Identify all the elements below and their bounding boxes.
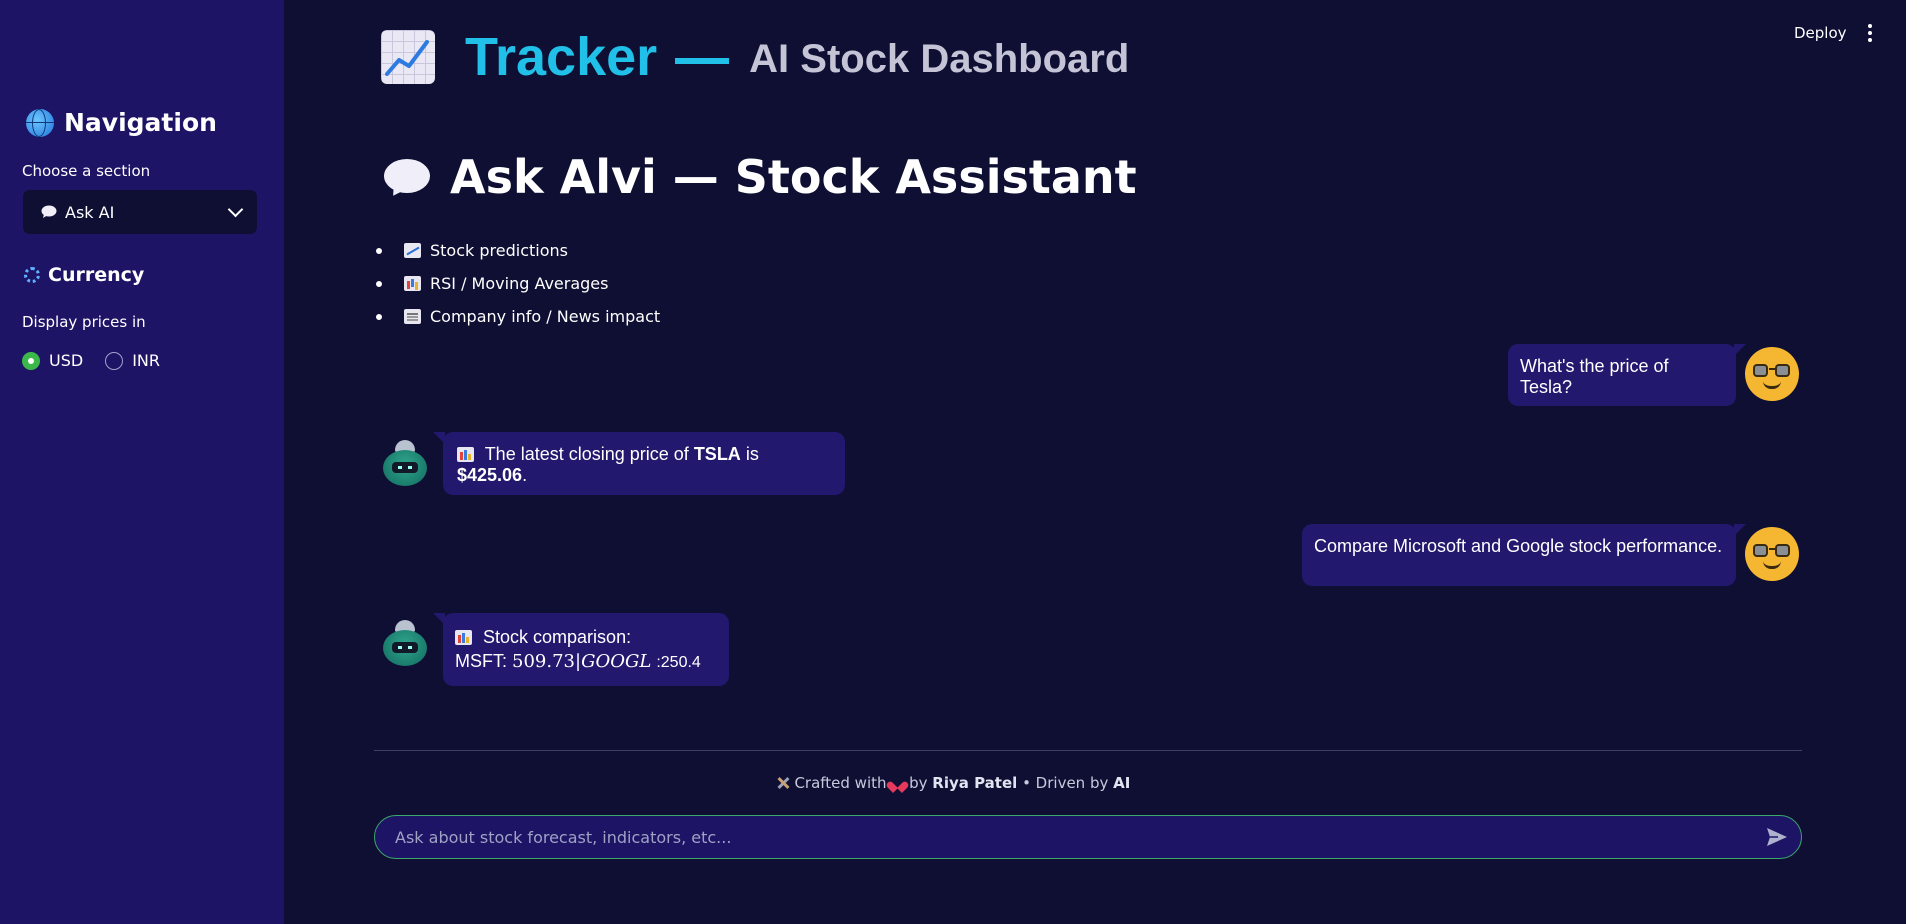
feature-label: Company info / News impact <box>430 307 661 326</box>
msft-label: MSFT: <box>455 651 507 671</box>
message-text: The latest closing price of <box>484 444 689 464</box>
speech-bubble-icon <box>384 159 430 200</box>
currency-title: Currency <box>24 264 144 286</box>
page-title: Ask Alvi — Stock Assistant <box>384 150 1137 204</box>
footer-ai: AI <box>1113 774 1131 792</box>
app-subtitle: AI Stock Dashboard <box>749 36 1130 81</box>
heart-icon <box>891 777 904 789</box>
app-name: Tracker <box>465 27 658 87</box>
bullet <box>376 313 382 320</box>
globe-icon <box>26 108 54 137</box>
message-text: is <box>745 444 759 464</box>
speech-bubble-icon <box>41 205 57 218</box>
price-value: $425.06 <box>457 465 523 485</box>
cycle-arrows-icon <box>24 267 40 283</box>
chat-input[interactable] <box>393 826 1717 848</box>
message-text: What's the price of Tesla? <box>1520 356 1669 397</box>
list-item: Stock predictions <box>376 234 660 267</box>
msft-value: 509.73 <box>512 651 575 672</box>
user-avatar-nerd-icon <box>1745 527 1799 581</box>
footer-text: by <box>909 774 928 792</box>
bot-message: The latest closing price of TSLA is $425… <box>433 432 845 495</box>
list-item: RSI / Moving Averages <box>376 267 660 300</box>
radio-button-selected[interactable] <box>22 351 40 370</box>
footer-text: • Driven by <box>1022 774 1109 792</box>
send-icon[interactable] <box>1765 826 1789 848</box>
footer-credits: Crafted with by Riya Patel • Driven by A… <box>0 774 1906 792</box>
display-prices-label: Display prices in <box>22 313 146 331</box>
feature-label: RSI / Moving Averages <box>430 274 609 293</box>
googl-label: GOOGL <box>581 651 652 672</box>
currency-title-text: Currency <box>48 264 145 286</box>
radio-label-usd: USD <box>49 351 84 370</box>
nav-title: Navigation <box>26 108 217 137</box>
feature-list: Stock predictions RSI / Moving Averages … <box>376 234 660 333</box>
user-message: Compare Microsoft and Google stock perfo… <box>1302 524 1746 586</box>
googl-value: :250.4 <box>656 654 701 671</box>
radio-label-inr: INR <box>132 351 160 370</box>
deploy-button[interactable]: Deploy <box>1794 24 1847 42</box>
bar-chart-icon <box>457 447 474 462</box>
chart-increasing-icon <box>404 243 421 258</box>
radio-button[interactable] <box>105 351 124 370</box>
user-avatar-nerd-icon <box>1745 347 1799 401</box>
currency-radio-group: USD INR <box>22 351 160 370</box>
message-text: . <box>522 465 528 485</box>
chat-input-container <box>374 815 1802 859</box>
currency-option-inr[interactable]: INR <box>105 351 160 370</box>
hammer-wrench-icon <box>776 776 790 790</box>
bar-chart-icon <box>455 630 472 645</box>
ticker-tsla: TSLA <box>693 444 741 464</box>
page-title-text: Ask Alvi — Stock Assistant <box>450 150 1137 204</box>
chevron-down-icon[interactable] <box>227 201 244 218</box>
chart-increasing-icon <box>381 30 435 84</box>
list-item: Company info / News impact <box>376 300 660 333</box>
bullet <box>376 280 382 287</box>
bot-avatar-robot-icon <box>382 440 428 488</box>
bar-chart-icon <box>404 276 421 291</box>
title-dash <box>675 58 730 64</box>
user-message: What's the price of Tesla? <box>1508 344 1746 406</box>
feature-label: Stock predictions <box>430 241 568 260</box>
app-title: Tracker AI Stock Dashboard <box>381 26 1129 88</box>
footer-text: Crafted with <box>794 774 887 792</box>
section-select[interactable]: Ask AI <box>23 190 257 234</box>
bullet <box>376 247 382 254</box>
bot-avatar-robot-icon <box>382 620 428 668</box>
message-text: Stock comparison: <box>483 627 632 647</box>
message-text: Compare Microsoft and Google stock perfo… <box>1314 536 1723 556</box>
kebab-menu-icon[interactable] <box>1868 24 1872 42</box>
bot-message: Stock comparison: MSFT: 509.73|GOOGL :25… <box>433 613 729 686</box>
section-select-value: Ask AI <box>65 202 115 222</box>
author-name: Riya Patel <box>932 774 1018 792</box>
nav-title-text: Navigation <box>64 108 217 137</box>
divider <box>374 750 1802 751</box>
newspaper-icon <box>404 309 421 324</box>
section-label: Choose a section <box>22 162 151 180</box>
currency-option-usd[interactable]: USD <box>22 351 83 370</box>
